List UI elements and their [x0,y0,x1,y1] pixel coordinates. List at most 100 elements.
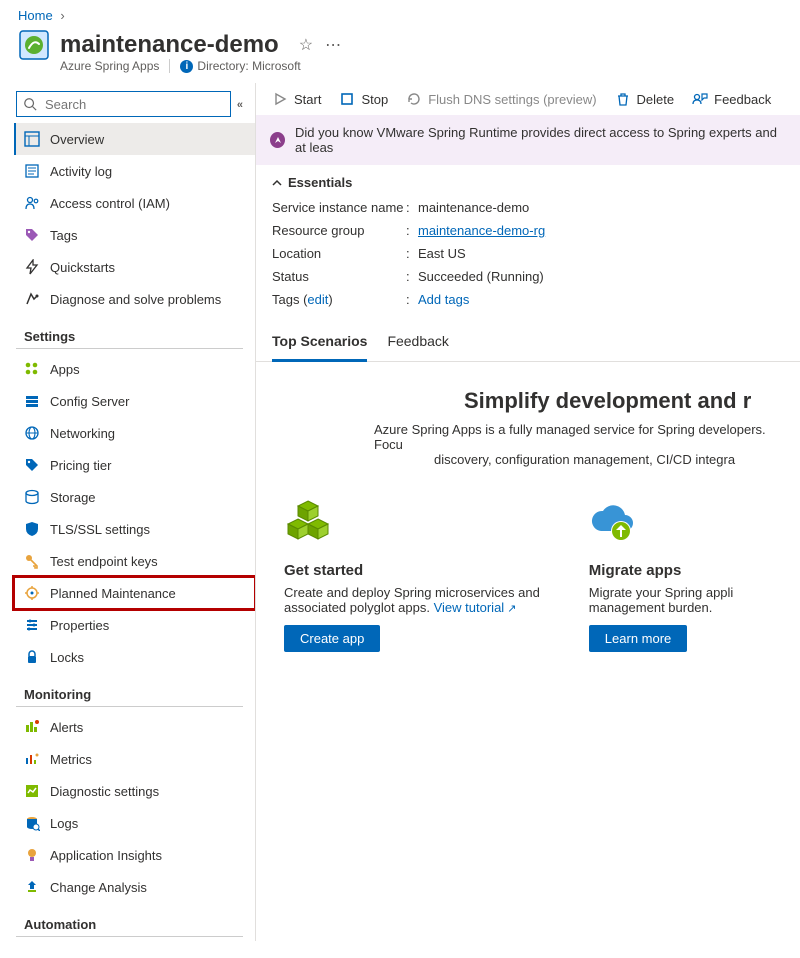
card-get-started: Get started Create and deploy Spring mic… [284,497,559,652]
sidebar-item-label: Overview [50,132,104,147]
sidebar-item-pricing[interactable]: Pricing tier [14,449,255,481]
sidebar-item-label: Diagnostic settings [50,784,159,799]
sidebar-item-quick[interactable]: Quickstarts [14,251,255,283]
essentials-row: Resource group:maintenance-demo-rg [272,219,784,242]
properties-icon [24,617,40,633]
tab-feedback[interactable]: Feedback [387,327,448,361]
banner-text: Did you know VMware Spring Runtime provi… [295,125,786,155]
change-icon [24,879,40,895]
resource-subheader: Azure Spring Apps i Directory: Microsoft [0,59,800,83]
sidebar-item-iam[interactable]: Access control (IAM) [14,187,255,219]
sidebar-item-network[interactable]: Networking [14,417,255,449]
page-title: maintenance-demo [60,31,279,59]
breadcrumb-home[interactable]: Home [18,8,53,23]
apps-icon [24,361,40,377]
sidebar-item-diagnose[interactable]: Diagnose and solve problems [14,283,255,315]
network-icon [24,425,40,441]
activity-icon [24,163,40,179]
trash-icon [615,91,631,107]
more-menu-icon[interactable]: ⋯ [325,35,341,55]
overview-icon [24,131,40,147]
sidebar-item-locks[interactable]: Locks [14,641,255,673]
chevron-right-icon: › [56,8,68,23]
sidebar-item-alerts[interactable]: Alerts [14,711,255,743]
sidebar: « Overview Activity log Access control (IA… [0,83,256,941]
sidebar-item-label: Access control (IAM) [50,196,170,211]
essentials-value: maintenance-demo [418,200,529,215]
config-icon [24,393,40,409]
flush-dns-button[interactable]: Flush DNS settings (preview) [406,91,596,107]
sidebar-item-properties[interactable]: Properties [14,609,255,641]
essentials-key: Service instance name [272,200,406,215]
sidebar-item-label: Planned Maintenance [50,586,176,601]
tags-icon [24,227,40,243]
start-button[interactable]: Start [272,91,321,107]
essentials-row: Status:Succeeded (Running) [272,265,784,288]
card-desc: Migrate your Spring appli management bur… [589,585,772,615]
sidebar-item-label: Diagnose and solve problems [50,292,221,307]
cloud-upload-icon [589,497,637,545]
essentials-toggle[interactable]: Essentials [256,165,800,196]
essentials-row: Location:East US [272,242,784,265]
directory-value: Microsoft [252,59,301,73]
refresh-icon [406,91,422,107]
sidebar-item-storage[interactable]: Storage [14,481,255,513]
planned-icon [24,585,40,601]
diagnose-icon [24,291,40,307]
sidebar-item-label: Metrics [50,752,92,767]
essentials-key: Status [272,269,406,284]
hero: Simplify development and r Azure Spring … [256,362,800,487]
stop-icon [339,91,355,107]
appins-icon [24,847,40,863]
sidebar-item-logs[interactable]: Logs [14,807,255,839]
tabs: Top Scenarios Feedback [256,311,800,362]
sidebar-item-change[interactable]: Change Analysis [14,871,255,903]
sidebar-item-metrics[interactable]: Metrics [14,743,255,775]
essentials-key: Resource group [272,223,406,238]
sidebar-item-planned[interactable]: Planned Maintenance [14,577,255,609]
play-icon [272,91,288,107]
create-app-button[interactable]: Create app [284,625,380,652]
essentials-value: Succeeded (Running) [418,269,544,284]
sidebar-item-keys[interactable]: Test endpoint keys [14,545,255,577]
search-input[interactable] [43,96,224,113]
sidebar-item-label: Quickstarts [50,260,115,275]
locks-icon [24,649,40,665]
tab-top-scenarios[interactable]: Top Scenarios [272,327,367,362]
sidebar-item-overview[interactable]: Overview [14,123,255,155]
learn-more-button[interactable]: Learn more [589,625,687,652]
cards-row: Get started Create and deploy Spring mic… [256,487,800,662]
sidebar-item-tls[interactable]: TLS/SSL settings [14,513,255,545]
info-banner[interactable]: Did you know VMware Spring Runtime provi… [256,115,800,165]
storage-icon [24,489,40,505]
tls-icon [24,521,40,537]
stop-button[interactable]: Stop [339,91,388,107]
sidebar-item-apps[interactable]: Apps [14,353,255,385]
sidebar-item-label: Test endpoint keys [50,554,158,569]
sidebar-item-appins[interactable]: Application Insights [14,839,255,871]
sidebar-item-activity[interactable]: Activity log [14,155,255,187]
alerts-icon [24,719,40,735]
sidebar-item-diagset[interactable]: Diagnostic settings [14,775,255,807]
search-box[interactable] [16,91,231,117]
essentials-row: Service instance name:maintenance-demo [272,196,784,219]
favorite-icon[interactable]: ☆ [299,35,313,55]
rocket-icon [270,132,285,148]
sidebar-group-header: Settings [16,315,243,349]
add-tags-link[interactable]: Add tags [418,292,469,307]
spring-apps-icon [18,29,50,61]
sidebar-item-label: Change Analysis [50,880,147,895]
sidebar-item-label: Config Server [50,394,129,409]
resource-header: maintenance-demo ☆ ⋯ [0,23,800,61]
sidebar-item-config[interactable]: Config Server [14,385,255,417]
view-tutorial-link[interactable]: View tutorial [434,600,517,615]
sidebar-item-tags[interactable]: Tags [14,219,255,251]
sidebar-item-label: Alerts [50,720,83,735]
delete-button[interactable]: Delete [615,91,675,107]
edit-tags-link[interactable]: edit [307,292,328,307]
feedback-button[interactable]: Feedback [692,91,771,107]
collapse-sidebar-icon[interactable]: « [231,99,249,111]
resource-type-label: Azure Spring Apps [60,59,159,73]
sidebar-item-label: Apps [50,362,80,377]
info-icon: i [180,60,193,73]
